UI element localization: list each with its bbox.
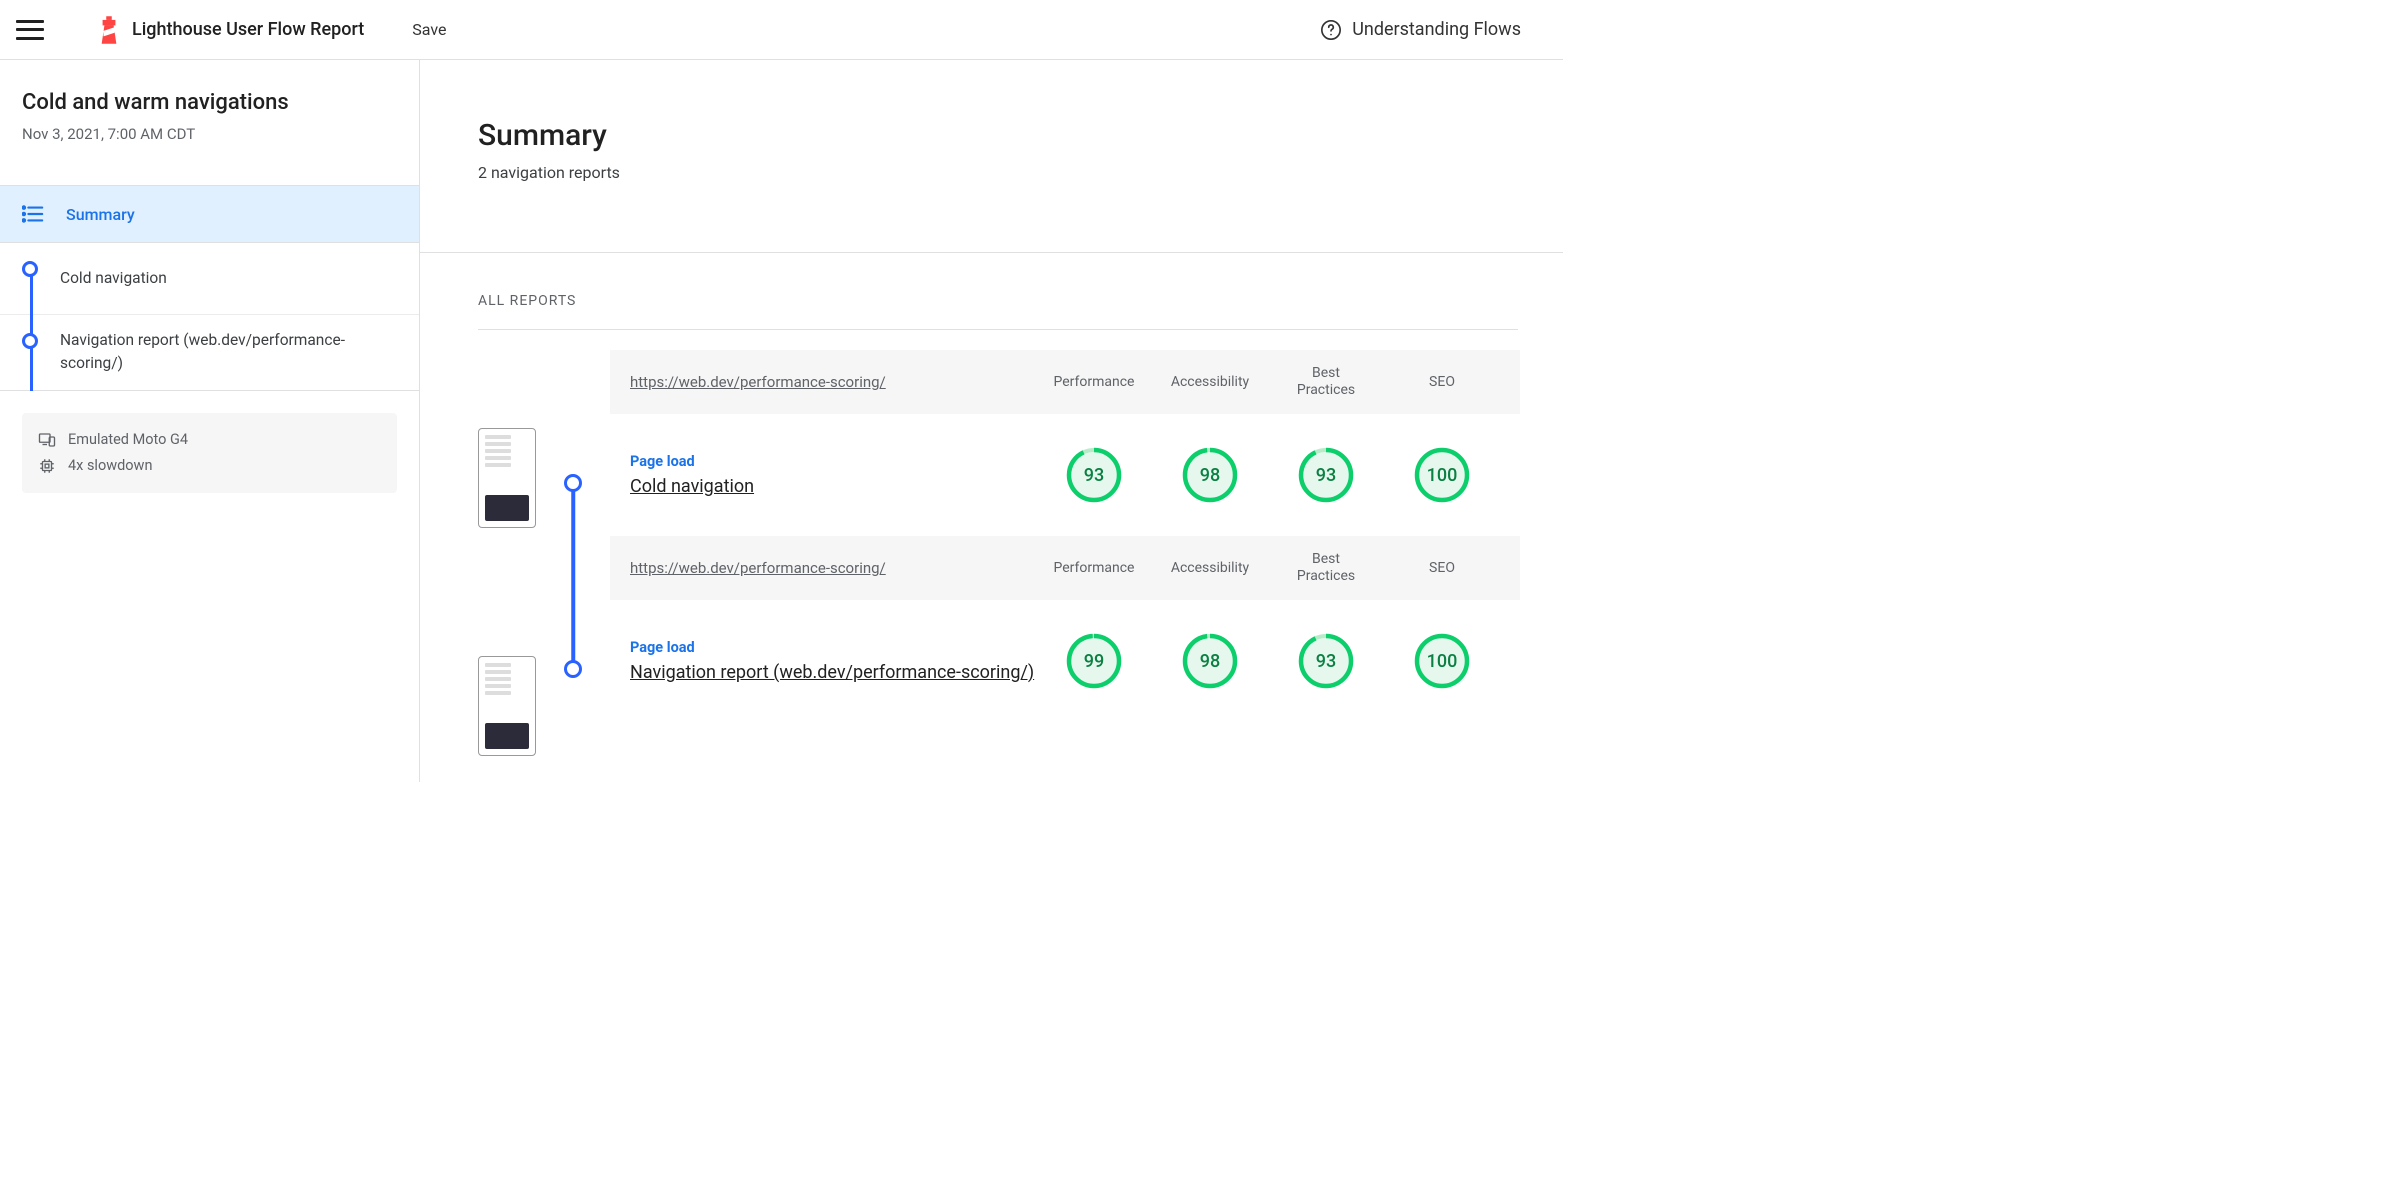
step-label: Cold navigation: [60, 267, 167, 290]
report-thumbnail[interactable]: [478, 656, 536, 756]
help-link[interactable]: Understanding Flows: [1320, 19, 1521, 41]
report-header-row: https://web.dev/performance-scoring/Perf…: [610, 350, 1520, 414]
divider: [478, 329, 1518, 330]
column-header: Accessibility: [1152, 560, 1268, 577]
main-content: Summary 2 navigation reports ALL REPORTS…: [420, 60, 1563, 782]
score-gauge[interactable]: 93: [1066, 447, 1122, 503]
flow-connector: [571, 490, 575, 670]
report-row: Page load Navigation report (web.dev/per…: [610, 600, 1520, 722]
runtime-settings: Emulated Moto G4 4x slowdown: [22, 413, 397, 493]
sidebar-item-step-1[interactable]: Navigation report (web.dev/performance-s…: [0, 315, 419, 391]
all-reports-heading: ALL REPORTS: [478, 293, 1563, 309]
reports-grid: https://web.dev/performance-scoring/Perf…: [478, 350, 1563, 756]
topbar: Lighthouse User Flow Report Save Underst…: [0, 0, 1563, 60]
device-icon: [38, 431, 56, 449]
cpu-icon: [38, 457, 56, 475]
sidebar-item-step-0[interactable]: Cold navigation: [0, 243, 419, 315]
sidebar-header: Cold and warm navigations Nov 3, 2021, 7…: [0, 60, 419, 161]
flow-marker-icon: [564, 660, 582, 678]
report-thumbnail[interactable]: [478, 428, 536, 528]
score-gauge[interactable]: 100: [1414, 633, 1470, 689]
menu-icon[interactable]: [16, 20, 44, 40]
column-header: BestPractices: [1268, 551, 1384, 585]
nav-connector: [30, 273, 33, 391]
flow-date: Nov 3, 2021, 7:00 AM CDT: [22, 125, 397, 143]
score-gauge[interactable]: 98: [1182, 447, 1238, 503]
step-marker-icon: [22, 261, 38, 277]
sidebar-item-summary[interactable]: Summary: [0, 185, 419, 243]
report-header-row: https://web.dev/performance-scoring/Perf…: [610, 536, 1520, 600]
column-header: BestPractices: [1268, 365, 1384, 399]
column-header: SEO: [1384, 560, 1500, 577]
report-url-link[interactable]: https://web.dev/performance-scoring/: [630, 559, 1036, 577]
summary-icon: [22, 205, 44, 223]
score-gauge[interactable]: 100: [1414, 447, 1470, 503]
app-title: Lighthouse User Flow Report: [132, 19, 364, 40]
lighthouse-logo-icon: [98, 16, 120, 44]
help-icon: [1320, 19, 1342, 41]
step-type-label: Page load: [630, 639, 1036, 656]
summary-label: Summary: [66, 205, 135, 224]
nav-list: Cold navigation Navigation report (web.d…: [0, 243, 419, 391]
help-label: Understanding Flows: [1352, 19, 1521, 40]
step-type-label: Page load: [630, 453, 1036, 470]
report-url-link[interactable]: https://web.dev/performance-scoring/: [630, 373, 1036, 391]
column-header: Performance: [1036, 560, 1152, 577]
score-gauge[interactable]: 98: [1182, 633, 1238, 689]
column-header: Performance: [1036, 374, 1152, 391]
step-label: Navigation report (web.dev/performance-s…: [60, 329, 397, 376]
save-button[interactable]: Save: [412, 20, 446, 39]
sidebar: Cold and warm navigations Nov 3, 2021, 7…: [0, 60, 420, 782]
device-label: Emulated Moto G4: [68, 431, 188, 448]
column-header: SEO: [1384, 374, 1500, 391]
column-header: Accessibility: [1152, 374, 1268, 391]
score-gauge[interactable]: 93: [1298, 633, 1354, 689]
score-gauge[interactable]: 99: [1066, 633, 1122, 689]
step-marker-icon: [22, 333, 38, 349]
report-row: Page load Cold navigation 93 98 93 100: [610, 414, 1520, 536]
step-name-link[interactable]: Cold navigation: [630, 476, 1036, 497]
score-gauge[interactable]: 93: [1298, 447, 1354, 503]
page-subtitle: 2 navigation reports: [478, 163, 1563, 182]
page-title: Summary: [478, 118, 1563, 153]
flow-marker-icon: [564, 474, 582, 492]
divider: [420, 252, 1563, 253]
step-name-link[interactable]: Navigation report (web.dev/performance-s…: [630, 662, 1036, 683]
cpu-label: 4x slowdown: [68, 457, 152, 474]
flow-title: Cold and warm navigations: [22, 90, 397, 115]
